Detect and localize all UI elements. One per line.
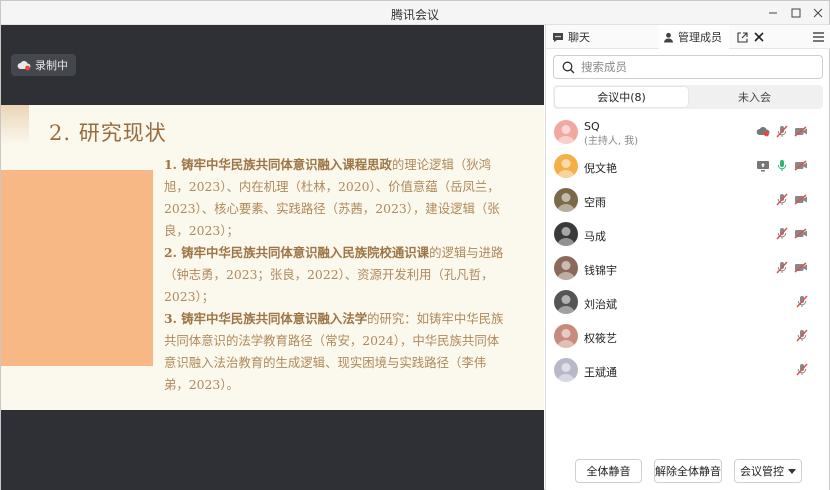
tab-chat[interactable]: 聊天 [550,25,650,49]
slide-title: 2. 研究现状 [49,121,167,145]
member-row[interactable]: 王斌通 [546,354,830,388]
mic-muted-icon[interactable] [776,193,788,206]
recording-badge[interactable]: 录制中 [11,54,76,76]
search-icon [562,61,575,73]
slide-decoration [1,105,29,145]
member-status-icons [776,193,808,206]
mic-muted-icon[interactable] [796,329,808,342]
app-window: 腾讯会议 录制中 2. 研究现状 1. 铸牢中华民族共同体意识融入课程思政的理论… [0,0,830,490]
slide-paragraph: 2. 铸牢中华民族共同体意识融入民族院校通识课的逻辑与进路（钟志勇，2023；张… [164,245,504,304]
member-name: 王斌通 [584,366,617,379]
unmute-all-button[interactable]: 解除全体静音 [654,459,722,483]
close-panel-button[interactable] [749,25,769,49]
member-name: 权筱艺 [584,332,617,345]
camera-off-icon[interactable] [794,126,808,137]
chat-icon [553,32,563,42]
avatar [554,154,578,178]
recording-label: 录制中 [35,59,68,72]
user-icon [664,32,673,42]
member-row[interactable]: 刘治斌 [546,286,830,320]
cloud-record-icon[interactable] [756,126,770,137]
minimize-icon [769,12,777,14]
window-title: 腾讯会议 [390,8,439,22]
mic-muted-icon[interactable] [776,261,788,274]
member-name: 空雨 [584,196,606,209]
slide-body: 1. 铸牢中华民族共同体意识融入课程思政的理论逻辑（狄鸿旭，2023）、内在机理… [164,154,509,396]
slide-paragraph: 3. 铸牢中华民族共同体意识融入法学的研究：如铸牢中华民族共同体意识的法学教育路… [164,311,504,392]
member-name: 倪文艳 [584,162,617,175]
slide-paragraph: 1. 铸牢中华民族共同体意识融入课程思政的理论逻辑（狄鸿旭，2023）、内在机理… [164,157,500,238]
mic-muted-icon[interactable] [776,125,788,138]
cloud-record-icon [17,60,31,70]
search-input[interactable] [581,60,801,74]
panel-footer: 全体静音 解除全体静音 会议管控 [546,453,830,490]
camera-off-icon[interactable] [794,228,808,239]
hamburger-icon [812,32,824,42]
member-name: 刘治斌 [584,298,617,311]
member-status-icons [756,159,808,172]
member-status-icons [756,125,808,138]
close-icon [813,8,823,18]
mic-muted-icon[interactable] [776,227,788,240]
close-icon [754,32,764,42]
screen-share-icon[interactable] [756,160,770,172]
camera-off-icon[interactable] [794,194,808,205]
title-bar: 腾讯会议 [1,1,829,25]
member-row[interactable]: 倪文艳 [546,150,830,184]
menu-button[interactable] [808,25,828,49]
member-filter: 会议中(8) 未入会 [553,85,823,109]
member-name: 马成 [584,230,606,243]
popout-icon [736,31,748,43]
tab-manage-members[interactable]: 管理成员 [659,25,729,49]
member-name: 钱锦宇 [584,264,617,277]
member-status-icons [796,363,808,376]
panel-tabs: 聊天 管理成员 [546,25,830,49]
camera-off-icon[interactable] [794,160,808,171]
member-status-icons [796,295,808,308]
avatar [554,358,578,382]
avatar [554,290,578,314]
camera-off-icon[interactable] [794,262,808,273]
avatar [554,324,578,348]
members-panel: 聊天 管理成员 会议中(8) 未入会 SQ(主持人, 我)倪文艳空雨马 [545,25,830,490]
maximize-icon [791,8,801,18]
member-role: (主持人, 我) [584,136,639,147]
avatar [554,188,578,212]
meeting-control-button[interactable]: 会议管控 [734,459,802,483]
avatar [554,256,578,280]
mic-muted-icon[interactable] [796,295,808,308]
avatar [554,120,578,144]
tab-not-joined[interactable]: 未入会 [688,87,821,107]
close-window-button[interactable] [804,1,830,25]
member-status-icons [776,227,808,240]
avatar [554,222,578,246]
member-row[interactable]: 马成 [546,218,830,252]
presentation-slide: 2. 研究现状 1. 铸牢中华民族共同体意识融入课程思政的理论逻辑（狄鸿旭，20… [1,105,544,410]
member-search [553,55,823,79]
slide-color-block [1,170,153,366]
member-row[interactable]: SQ (主持人, 我) [546,116,830,150]
mic-muted-icon[interactable] [796,363,808,376]
mute-all-button[interactable]: 全体静音 [575,459,642,483]
caret-down-icon [788,468,796,474]
member-row[interactable]: 钱锦宇 [546,252,830,286]
member-status-icons [776,261,808,274]
member-status-icons [796,329,808,342]
member-row[interactable]: 权筱艺 [546,320,830,354]
mic-on-icon[interactable] [776,159,788,172]
shared-screen-stage: 录制中 2. 研究现状 1. 铸牢中华民族共同体意识融入课程思政的理论逻辑（狄鸿… [1,25,544,490]
member-list: SQ (主持人, 我) 倪文艳空雨马成钱锦宇刘治斌权筱艺王斌通 [546,116,830,388]
tab-in-meeting[interactable]: 会议中(8) [555,87,688,107]
member-row[interactable]: 空雨 [546,184,830,218]
